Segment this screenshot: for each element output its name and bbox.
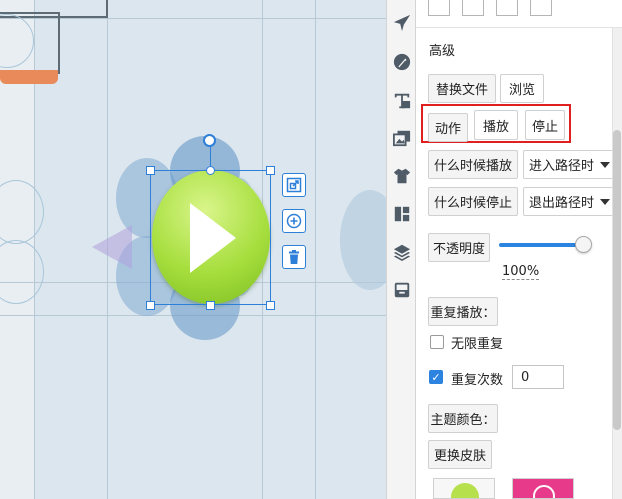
action-label: 动作: [428, 113, 468, 142]
when-play-value: 进入路径时: [529, 159, 595, 174]
layers-tool[interactable]: [391, 241, 413, 263]
add-button[interactable]: [282, 209, 306, 233]
decor-circle: [0, 180, 44, 244]
skin-swatch-pink: [533, 485, 555, 498]
duplicate-icon: [286, 177, 302, 193]
infinite-repeat-label: 无限重复: [451, 337, 504, 352]
when-stop-label: 什么时候停止: [428, 187, 518, 216]
align-bottom-button[interactable]: [530, 0, 552, 16]
decor-bar: [0, 70, 58, 84]
align-right-button[interactable]: [496, 0, 518, 16]
trash-icon: [289, 250, 299, 264]
animation-tool[interactable]: [391, 12, 413, 34]
opacity-label: 不透明度: [428, 233, 490, 262]
skin-tool[interactable]: [391, 165, 413, 187]
stop-action-button[interactable]: 停止: [525, 110, 565, 140]
delete-button[interactable]: [282, 245, 306, 269]
opacity-slider-track[interactable]: [499, 243, 587, 247]
selection-box[interactable]: [150, 170, 271, 305]
opacity-value[interactable]: 100%: [502, 264, 540, 280]
skin-swatch-green: [451, 483, 479, 498]
layout-icon: [394, 206, 410, 222]
rotate-handle[interactable]: [203, 134, 216, 147]
add-circle-icon: [286, 213, 302, 229]
skin-option-pink[interactable]: [512, 478, 574, 499]
align-center-button[interactable]: [462, 0, 484, 16]
repeat-count-checkbox[interactable]: ✓: [429, 370, 443, 384]
replace-file-label: 替换文件: [428, 74, 496, 103]
decor-wing: [92, 225, 132, 269]
decor-circle: [0, 240, 44, 304]
repeat-count-label: 重复次数: [451, 373, 504, 388]
panel-top-row: [416, 0, 622, 28]
infinite-repeat-checkbox[interactable]: [430, 335, 444, 349]
skin-option-green[interactable]: [433, 478, 495, 499]
resize-handle-s[interactable]: [206, 301, 215, 310]
advanced-section-title: 高级: [429, 44, 456, 59]
archive-tool[interactable]: [391, 279, 413, 301]
when-play-select[interactable]: 进入路径时: [523, 150, 615, 179]
archive-icon: [394, 282, 410, 298]
settings-tool[interactable]: [391, 51, 413, 73]
text-icon: [394, 93, 411, 109]
wrench-icon: [393, 53, 411, 71]
text-tool[interactable]: [391, 90, 413, 112]
browse-button[interactable]: 浏览: [500, 74, 544, 103]
editor-canvas[interactable]: [0, 0, 386, 499]
when-play-label: 什么时候播放: [428, 150, 518, 179]
resize-handle-ne[interactable]: [266, 166, 275, 175]
align-left-button[interactable]: [428, 0, 450, 16]
icon-toolbar: [386, 0, 416, 499]
shirt-icon: [393, 168, 411, 184]
when-stop-select[interactable]: 退出路径时: [523, 187, 615, 216]
image-icon: [393, 130, 411, 147]
theme-color-label: 主题颜色：: [428, 404, 498, 433]
change-skin-button[interactable]: 更换皮肤: [428, 440, 492, 469]
resize-handle-n[interactable]: [206, 166, 215, 175]
repeat-count-input[interactable]: 0: [512, 365, 564, 389]
repeat-play-label: 重复播放：: [428, 297, 498, 326]
layers-icon: [393, 244, 411, 261]
resize-handle-se[interactable]: [266, 301, 275, 310]
duplicate-button[interactable]: [282, 173, 306, 197]
chevron-down-icon: [600, 162, 610, 168]
chevron-down-icon: [600, 199, 610, 205]
layout-tool[interactable]: [391, 203, 413, 225]
panel-scroll-thumb[interactable]: [613, 130, 621, 430]
play-action-button[interactable]: 播放: [474, 110, 518, 140]
decor-blob: [340, 190, 386, 290]
grid-line: [315, 0, 316, 499]
airplane-icon: [393, 14, 411, 32]
image-tool[interactable]: [391, 127, 413, 149]
when-stop-value: 退出路径时: [529, 196, 595, 211]
resize-handle-sw[interactable]: [146, 301, 155, 310]
resize-handle-nw[interactable]: [146, 166, 155, 175]
opacity-slider-thumb[interactable]: [575, 236, 592, 253]
